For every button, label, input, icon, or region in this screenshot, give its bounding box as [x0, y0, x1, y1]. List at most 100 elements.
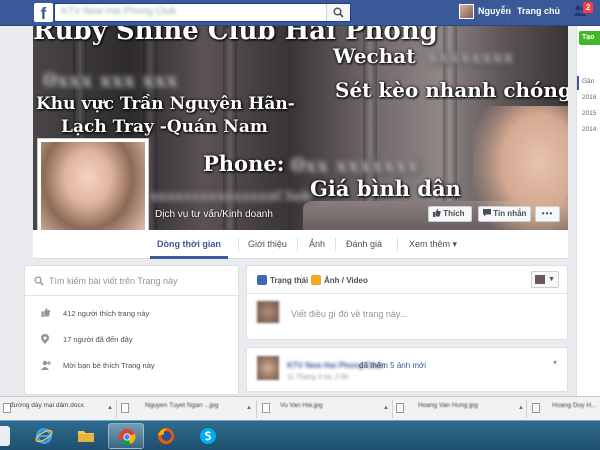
composer-tab-photo-label: Ảnh / Video [324, 276, 368, 285]
tab-photos[interactable]: Ảnh [309, 239, 325, 249]
download-item[interactable]: Nguyen Tuyet Ngan ...jpg [145, 402, 218, 409]
more-options-button[interactable]: ••• [535, 206, 560, 222]
taskbar-skype[interactable] [190, 423, 226, 449]
location-pin-icon [41, 334, 49, 344]
taskbar-file-explorer[interactable] [68, 423, 104, 449]
divider [335, 238, 336, 251]
firefox-icon [158, 428, 174, 444]
folder-icon [78, 431, 94, 442]
like-button-label: Thích [443, 209, 465, 218]
search-input[interactable]: KTV New Hai Phong Club [54, 3, 351, 22]
tab-more[interactable]: Xem thêm ▾ [409, 239, 457, 250]
composer-input[interactable]: Viết điều gì đó về trang này... [291, 309, 407, 319]
create-button[interactable]: Tạo [579, 31, 600, 45]
divider [238, 238, 239, 251]
divider [392, 400, 393, 418]
photo-icon [311, 275, 321, 285]
image-file-icon [532, 403, 540, 413]
thumbs-up-icon [433, 209, 441, 217]
post-action-text: đã thêm 5 ảnh mới [359, 361, 426, 370]
composer-avatar [257, 301, 279, 323]
cover-blurred-text: xxxxxxxxxxxxxxxClub [150, 189, 312, 205]
composer-tab-photo[interactable]: Ảnh / Video [311, 275, 368, 285]
cover-phone-number: 0xx xxxxxxx [291, 153, 420, 177]
search-query-text: KTV New Hai Phong Club [61, 6, 177, 17]
timeline-year-link[interactable]: 2016 [582, 94, 596, 101]
profile-picture-image [41, 142, 145, 244]
page-category[interactable]: Dịch vụ tư vấn/Kinh doanh [155, 209, 273, 220]
cover-wechat-label: Wechat [333, 44, 416, 68]
user-avatar[interactable] [459, 4, 474, 19]
timeline-year-link[interactable]: 2015 [582, 110, 596, 117]
message-button[interactable]: Tin nhắn [478, 206, 531, 222]
tab-reviews[interactable]: Đánh giá [346, 239, 382, 249]
likes-count-text: 412 người thích trang này [63, 309, 150, 318]
facebook-logo-icon[interactable]: f [34, 3, 53, 22]
chevron-down-icon[interactable]: ▲ [383, 405, 389, 411]
message-button-label: Tin nhắn [493, 209, 527, 218]
post-composer: Trạng thái Ảnh / Video ▼ Viết điều gì đó… [246, 265, 568, 340]
post-as-selector[interactable]: ▼ [531, 271, 559, 288]
invite-friends-text: Mời bạn bè thích Trang này [63, 361, 155, 370]
search-icon [333, 7, 344, 18]
composer-tab-status-label: Trạng thái [270, 276, 309, 285]
cover-phone-label: Phone: [203, 151, 285, 176]
post-action-prefix: đã thêm [359, 361, 388, 370]
cover-region-line1: Khu vực Trần Nguyên Hãn- [36, 94, 295, 114]
divider [256, 400, 257, 418]
message-icon [483, 209, 491, 217]
internet-explorer-icon [35, 428, 53, 444]
post-photos-link[interactable]: 5 ảnh mới [390, 361, 426, 370]
chrome-icon [119, 429, 136, 446]
timeline-post: KTV New Hai Phong Club đã thêm 5 ảnh mới… [246, 347, 568, 392]
chevron-down-icon[interactable]: ▲ [246, 405, 252, 411]
active-tab-indicator [150, 256, 228, 259]
post-author-avatar[interactable] [257, 356, 279, 380]
taskbar-firefox[interactable] [148, 423, 184, 449]
download-item[interactable]: Hoang Van Hung.jpg [418, 402, 478, 409]
composer-tabs: Trạng thái Ảnh / Video ▼ [247, 266, 567, 294]
thumbs-up-icon [41, 308, 51, 317]
download-item[interactable]: Vu Van Hai.jpg [280, 402, 323, 409]
user-name-link[interactable]: Nguyễn [478, 6, 511, 16]
pencil-icon [257, 275, 267, 285]
invite-friends-row[interactable]: Mời bạn bè thích Trang này [25, 352, 238, 378]
search-icon [34, 276, 44, 286]
cover-deal-text: Sét kèo nhanh chóng [335, 78, 568, 102]
page-info-card: Tìm kiếm bài viết trên Trang này 412 ngư… [24, 265, 239, 395]
invite-friends-icon [41, 360, 51, 370]
search-button[interactable] [326, 4, 350, 21]
likes-count-row[interactable]: 412 người thích trang này [25, 300, 238, 326]
image-file-icon [262, 403, 270, 413]
taskbar-chrome[interactable] [108, 423, 144, 449]
divider [508, 5, 509, 19]
skype-icon [200, 428, 216, 444]
page-tab-bar: Dòng thời gian Giới thiệu Ảnh Đánh giá X… [33, 230, 568, 259]
image-file-icon [396, 403, 404, 413]
chevron-down-icon[interactable]: ▲ [107, 405, 113, 411]
windows-taskbar [0, 420, 600, 450]
divider [526, 400, 527, 418]
chevron-down-icon[interactable]: ▲ [518, 405, 524, 411]
post-timestamp[interactable]: 11 Tháng 3 lúc 2:56 [287, 374, 348, 381]
tab-about[interactable]: Giới thiệu [248, 239, 287, 249]
like-button[interactable]: Thích [428, 206, 472, 222]
active-year-indicator [577, 76, 579, 90]
chevron-down-icon[interactable]: ▾ [553, 358, 557, 367]
start-button[interactable] [0, 426, 10, 446]
tab-timeline[interactable]: Dòng thời gian [157, 239, 221, 249]
download-item[interactable]: Hoang Duy H... [552, 402, 596, 409]
page-post-search-input[interactable]: Tìm kiếm bài viết trên Trang này [25, 266, 238, 296]
downloads-bar: đường dây mại dâm.docx ▲ Nguyen Tuyet Ng… [0, 396, 600, 420]
taskbar-internet-explorer[interactable] [26, 423, 62, 449]
divider [397, 238, 398, 251]
download-item[interactable]: đường dây mại dâm.docx [10, 402, 84, 409]
checkins-count-text: 17 người đã đến đây [63, 335, 133, 344]
cover-price-text: Giá bình dân [310, 176, 461, 201]
timeline-year-link[interactable]: 2014 [582, 126, 596, 133]
timeline-year-link[interactable]: Gần [582, 78, 594, 85]
checkins-count-row[interactable]: 17 người đã đến đây [25, 326, 238, 352]
divider [301, 274, 302, 286]
post-as-avatar [535, 275, 545, 284]
home-link[interactable]: Trang chủ [517, 6, 560, 16]
